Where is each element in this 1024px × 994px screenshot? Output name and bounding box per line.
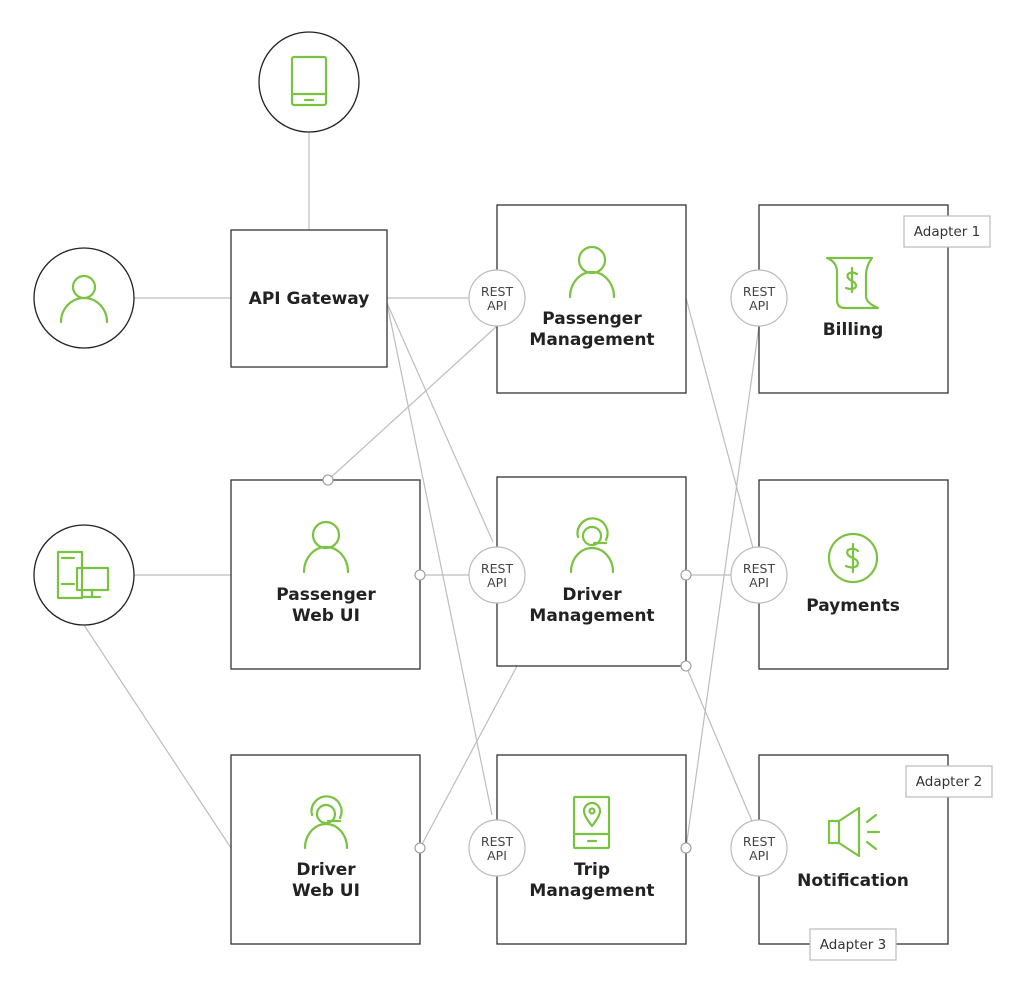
adapter-label: Adapter 2 [916,774,982,790]
node-label: Trip [574,860,610,880]
connector-dot [414,842,426,854]
connector [83,624,232,849]
node-label: Notification [797,871,909,891]
passenger-web-ui-box: Passenger Web UI [230,479,421,670]
rest-label: REST [481,284,514,299]
rest-label: API [487,298,507,313]
driver-web-ui-box: Driver Web UI [230,754,421,945]
node-label: Management [529,330,654,350]
connector [685,665,753,822]
api-gateway-label: API Gateway [249,289,370,309]
rest-api-badge: REST API [730,819,788,877]
rest-label: API [487,848,507,863]
rest-label: REST [481,561,514,576]
rest-label: REST [743,834,776,849]
rest-api-badge: REST API [730,546,788,604]
api-gateway-box: API Gateway [230,229,388,368]
node-label: Driver [562,585,622,605]
node-label: Billing [823,320,884,340]
connector-dot [680,660,692,672]
adapter-label: Adapter 3 [820,937,886,953]
actor-user [33,247,135,349]
rest-api-badge: REST API [730,269,788,327]
rest-label: REST [743,284,776,299]
node-label: Passenger [276,585,376,605]
node-label: Passenger [542,309,642,329]
notification-box: Notification Adapter 2 Adapter 3 [758,754,993,961]
rest-label: REST [481,834,514,849]
rest-api-badge: REST API [468,269,526,327]
actor-desktop [33,524,135,626]
rest-label: API [749,575,769,590]
node-label: Management [529,606,654,626]
rest-label: REST [743,561,776,576]
rest-label: API [487,575,507,590]
rest-label: API [749,298,769,313]
actor-mobile [258,31,360,133]
node-label: Web UI [292,606,360,626]
connector [685,297,754,549]
adapter-label: Adapter 1 [914,224,980,240]
rest-api-badge: REST API [468,819,526,877]
connector-dot [322,474,334,486]
node-label: Driver [296,860,356,880]
connector-dot [680,842,692,854]
rest-api-badge: REST API [468,546,526,604]
connector-dot [414,569,426,581]
node-label: Payments [806,596,900,616]
billing-box: Billing Adapter 1 [758,204,991,394]
node-label: Management [529,881,654,901]
architecture-diagram: API Gateway Passenger Management Billing… [33,31,993,961]
node-label: Web UI [292,881,360,901]
rest-label: API [749,848,769,863]
connector-dot [680,569,692,581]
